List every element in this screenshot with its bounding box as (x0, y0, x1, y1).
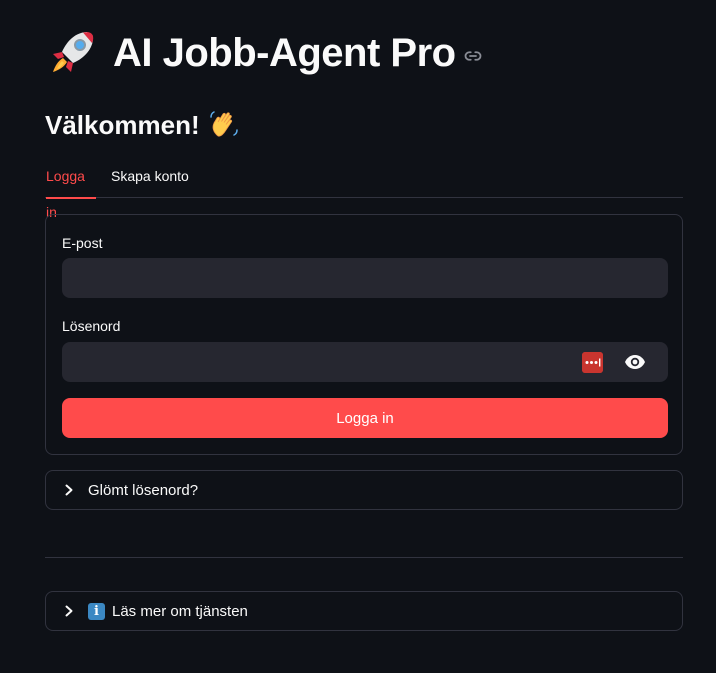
information-icon-glyph: i (94, 603, 99, 619)
page-title: AI Jobb-Agent Pro (113, 31, 456, 75)
page-header: AI Jobb-Agent Pro (47, 28, 482, 78)
chevron-right-icon (65, 605, 73, 617)
link-icon[interactable] (464, 47, 482, 65)
welcome-heading: Välkommen! (45, 108, 240, 142)
tab-create-account[interactable]: Skapa konto (111, 158, 191, 198)
email-label: E-post (62, 235, 103, 251)
login-submit-button[interactable]: Logga in (62, 398, 668, 438)
information-icon: i (88, 602, 105, 620)
email-field[interactable] (62, 258, 668, 298)
tab-login[interactable]: Logga in (46, 158, 96, 220)
about-service-expander[interactable]: i Läs mer om tjänsten (45, 591, 683, 631)
login-form: E-post Lösenord Logga in (45, 214, 683, 455)
divider (45, 557, 683, 558)
auth-tabs: Logga in Skapa konto (45, 158, 683, 220)
about-service-label: Läs mer om tjänsten (112, 602, 248, 620)
forgot-password-expander[interactable]: Glömt lösenord? (45, 470, 683, 510)
password-manager-icon[interactable] (582, 352, 603, 373)
eye-icon[interactable] (624, 353, 646, 371)
forgot-password-label: Glömt lösenord? (88, 481, 199, 499)
password-label: Lösenord (62, 318, 121, 334)
rocket-icon (53, 32, 94, 72)
welcome-text: Välkommen! (45, 109, 200, 140)
chevron-right-icon (65, 484, 73, 496)
password-field[interactable] (62, 342, 668, 382)
waving-hand-icon (209, 111, 238, 137)
